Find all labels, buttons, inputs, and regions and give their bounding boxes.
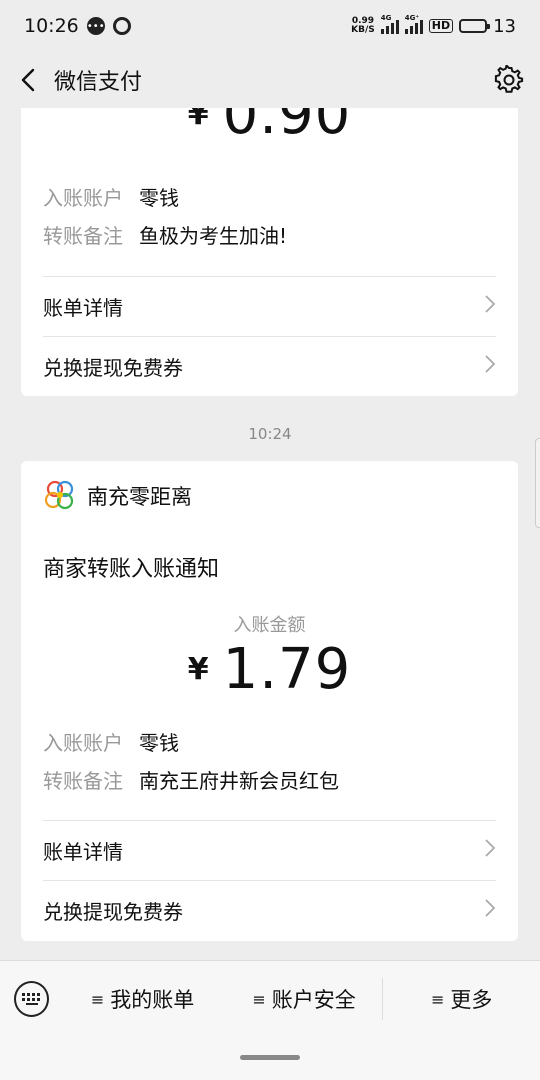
menu-list-icon: ≡ <box>252 989 266 1009</box>
bottom-menu-bar: ≡ 我的账单 ≡ 账户安全 ≡ 更多 <box>0 960 540 1080</box>
info-value: 南充王府井新会员红包 <box>139 769 339 793</box>
transfer-card[interactable]: 南充零距离 商家转账入账通知 入账金额 ¥ 1.79 入账账户 零钱 转账备注 … <box>21 461 518 941</box>
amount-row: ¥ 1.79 <box>21 637 518 702</box>
page-title: 微信支付 <box>54 70 143 95</box>
hd-voice-icon: HD <box>428 19 454 33</box>
menu-list-icon: ≡ <box>90 989 105 1009</box>
link-label: 账单详情 <box>43 296 123 320</box>
amount-value: 1.79 <box>222 637 352 702</box>
home-indicator[interactable] <box>240 1055 300 1060</box>
link-label: 账单详情 <box>43 840 123 864</box>
info-label: 入账账户 <box>43 186 123 210</box>
menu-my-bills[interactable]: ≡ 我的账单 <box>59 984 225 1014</box>
signal-tag: 4G <box>380 14 392 22</box>
signal-strength-icon: 4G⁺ <box>404 14 423 34</box>
amount-row: ¥ 0.90 <box>21 108 518 147</box>
battery-icon <box>459 19 491 33</box>
menu-list-icon: ≡ <box>430 989 445 1009</box>
keyboard-icon[interactable] <box>14 981 50 1017</box>
hotspot-icon <box>112 17 131 35</box>
chevron-right-icon <box>484 354 496 379</box>
link-label: 兑换提现免费券 <box>43 900 183 924</box>
battery-level: 13 <box>493 15 516 37</box>
network-speed-unit: KB/S <box>351 25 375 35</box>
menu-label: 更多 <box>450 988 493 1012</box>
info-value: 零钱 <box>139 186 179 210</box>
currency-symbol: ¥ <box>187 108 209 132</box>
status-bar: 10:26 ••• 0.99 KB/S 4G 4G⁺ HD 13 <box>0 0 540 52</box>
info-row: 转账备注 南充王府井新会员红包 <box>21 762 518 800</box>
gear-icon[interactable] <box>494 63 524 95</box>
info-value: 零钱 <box>139 731 179 755</box>
info-row: 入账账户 零钱 <box>21 724 518 762</box>
exchange-coupon-link[interactable]: 兑换提现免费券 <box>43 880 496 940</box>
side-drawer-handle[interactable] <box>535 438 540 528</box>
navigation-bar: 微信支付 <box>0 52 540 108</box>
bill-details-link[interactable]: 账单详情 <box>43 276 496 336</box>
info-label: 转账备注 <box>43 224 123 248</box>
info-label: 转账备注 <box>43 769 123 793</box>
amount-label: 入账金额 <box>233 615 306 636</box>
chevron-right-icon <box>484 838 496 863</box>
exchange-coupon-link[interactable]: 兑换提现免费券 <box>43 336 496 396</box>
menu-label: 我的账单 <box>110 988 195 1012</box>
signal-tag: 4G⁺ <box>404 14 420 22</box>
signal-strength-icon: 4G <box>380 14 399 34</box>
info-label: 入账账户 <box>43 731 123 755</box>
chevron-right-icon <box>484 898 496 923</box>
message-list[interactable]: ¥ 0.90 入账账户 零钱 转账备注 鱼极为考生加油! 账单详情 兑换提现免费… <box>0 108 540 960</box>
currency-symbol: ¥ <box>187 652 209 687</box>
link-label: 兑换提现免费券 <box>43 356 183 380</box>
notice-title: 商家转账入账通知 <box>43 557 220 582</box>
info-value: 鱼极为考生加油! <box>139 224 288 248</box>
merchant-logo-icon <box>43 479 77 513</box>
transfer-card: ¥ 0.90 入账账户 零钱 转账备注 鱼极为考生加油! 账单详情 兑换提现免费… <box>21 108 518 396</box>
network-speed: 0.99 KB/S <box>351 17 375 35</box>
status-time: 10:26 <box>24 15 79 37</box>
menu-more[interactable]: ≡ 更多 <box>383 984 540 1014</box>
amount-value: 0.90 <box>222 108 352 147</box>
info-row: 入账账户 零钱 <box>21 179 518 217</box>
chevron-right-icon <box>484 294 496 319</box>
menu-label: 账户安全 <box>271 988 356 1012</box>
message-notification-icon: ••• <box>86 17 105 35</box>
menu-account-security[interactable]: ≡ 账户安全 <box>226 984 383 1014</box>
message-timestamp: 10:24 <box>248 425 292 443</box>
back-icon[interactable] <box>16 68 40 92</box>
merchant-name: 南充零距离 <box>87 485 192 509</box>
merchant-header[interactable]: 南充零距离 <box>21 461 518 513</box>
info-row: 转账备注 鱼极为考生加油! <box>21 217 518 255</box>
bill-details-link[interactable]: 账单详情 <box>43 820 496 880</box>
